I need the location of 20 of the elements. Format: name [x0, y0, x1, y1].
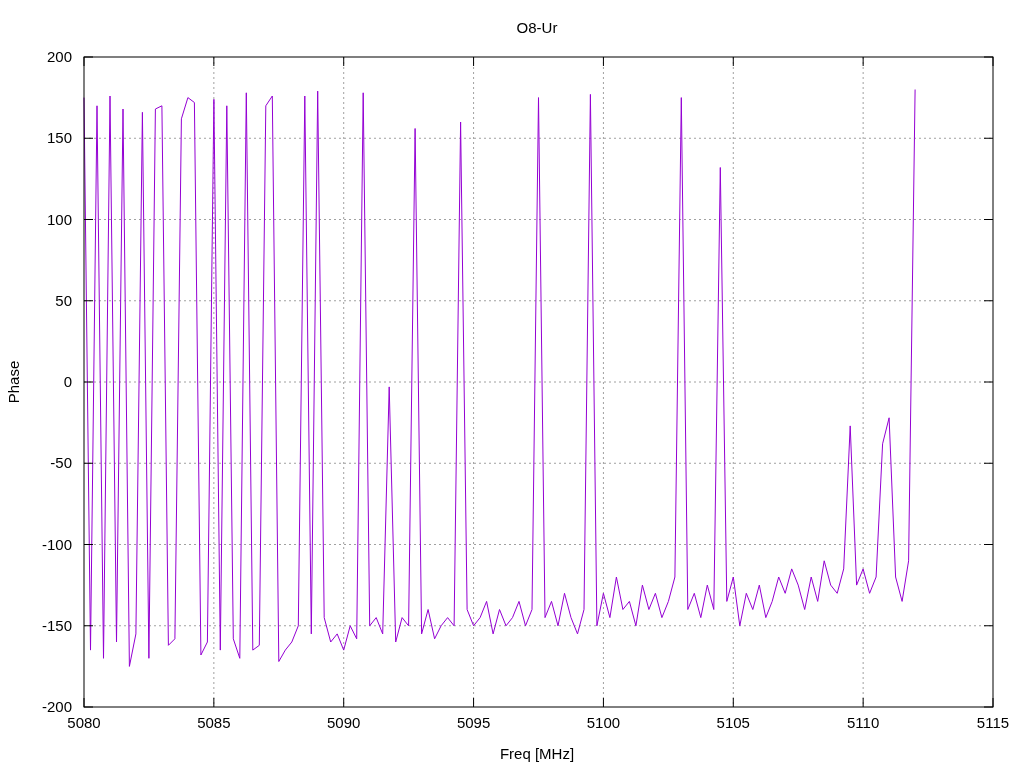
y-axis-label: Phase	[5, 360, 22, 404]
y-tick-label: 100	[46, 210, 72, 228]
y-tick-label: 50	[55, 291, 72, 309]
x-tick-label: 5095	[456, 714, 491, 731]
y-tick-label: -100	[41, 535, 72, 553]
x-tick-label: 5105	[716, 714, 750, 731]
chart-title: O8-Ur	[516, 19, 558, 36]
x-axis-label: Freq [MHz]	[499, 745, 575, 762]
x-tick-label: 5115	[976, 714, 1010, 731]
x-tick-label: 5085	[197, 714, 231, 731]
y-tick-label: 150	[46, 129, 72, 147]
y-tick-label: -50	[50, 454, 72, 472]
y-tick-label: 0	[63, 373, 72, 390]
x-tick-label: 5100	[586, 714, 621, 731]
x-tick-label: 5090	[327, 714, 361, 731]
x-tick-label: 5080	[67, 714, 101, 731]
x-tick-label: 5110	[847, 714, 880, 731]
y-tick-label: 200	[46, 48, 72, 65]
y-tick-label: -150	[41, 616, 72, 634]
y-tick-label: -200	[41, 698, 72, 715]
